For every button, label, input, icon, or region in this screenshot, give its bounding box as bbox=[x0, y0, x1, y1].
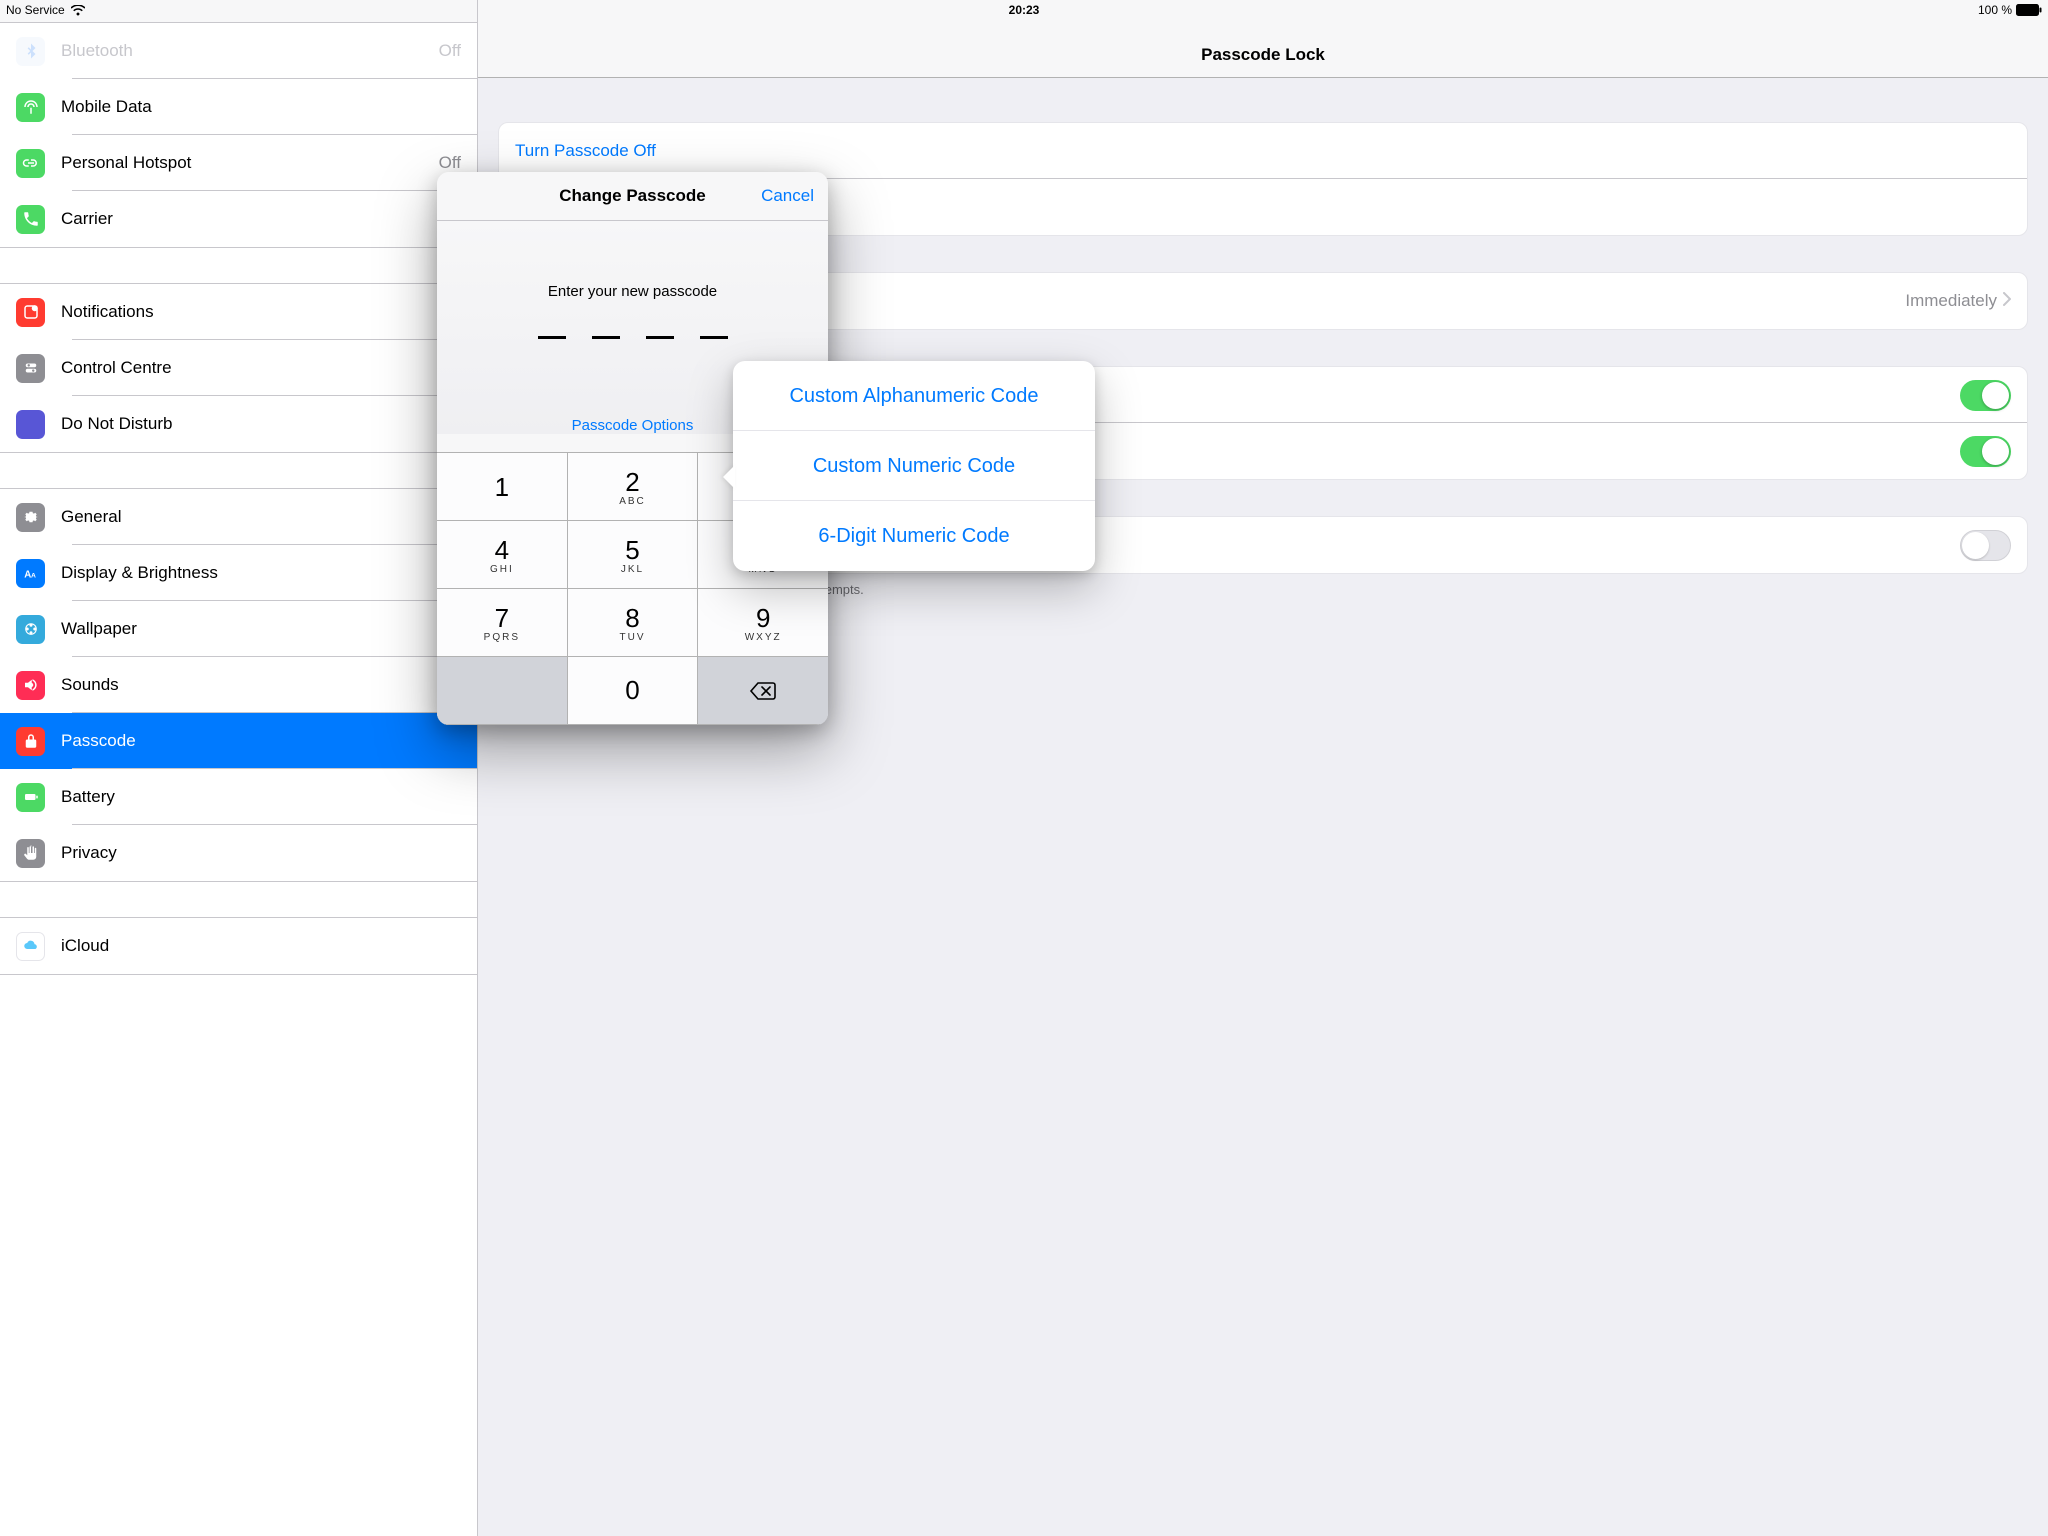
wifi-icon bbox=[71, 5, 85, 16]
gear-icon bbox=[16, 503, 45, 532]
antenna-icon bbox=[16, 93, 45, 122]
sidebar-item-label: Sounds bbox=[61, 675, 477, 695]
sidebar-item-label: Privacy bbox=[61, 843, 477, 863]
sidebar-item-display-brightness[interactable]: AA Display & Brightness bbox=[0, 545, 477, 601]
battery-percent: 100 % bbox=[1978, 3, 2012, 17]
sidebar-item-sounds[interactable]: Sounds bbox=[0, 657, 477, 713]
sidebar-item-value: Off bbox=[439, 41, 461, 61]
key-5[interactable]: 5JKL bbox=[568, 521, 699, 589]
cellular-status: No Service bbox=[6, 3, 65, 17]
sidebar-item-personal-hotspot[interactable]: Personal Hotspot Off bbox=[0, 135, 477, 191]
sidebar-item-label: Notifications bbox=[61, 302, 477, 322]
passcode-prompt: Enter your new passcode bbox=[437, 283, 828, 300]
key-0[interactable]: 0 bbox=[568, 657, 699, 725]
sidebar-item-label: Battery bbox=[61, 787, 477, 807]
phone-icon bbox=[16, 205, 45, 234]
toggle-switch[interactable] bbox=[1960, 380, 2011, 411]
moon-icon bbox=[16, 410, 45, 439]
passcode-options-popover: Custom Alphanumeric Code Custom Numeric … bbox=[733, 361, 1095, 571]
text-size-icon: AA bbox=[16, 559, 45, 588]
wallpaper-icon bbox=[16, 615, 45, 644]
sidebar-item-passcode[interactable]: Passcode bbox=[0, 713, 477, 769]
chevron-right-icon bbox=[2003, 291, 2011, 311]
key-1[interactable]: 1 bbox=[437, 453, 568, 521]
toggle-switch[interactable] bbox=[1960, 436, 2011, 467]
sidebar-item-control-centre[interactable]: Control Centre bbox=[0, 340, 477, 396]
sidebar-item-label: Control Centre bbox=[61, 358, 477, 378]
svg-text:A: A bbox=[31, 573, 36, 580]
sidebar-item-label: Mobile Data bbox=[61, 97, 477, 117]
toggle-switch[interactable] bbox=[1960, 530, 2011, 561]
svg-text:A: A bbox=[24, 570, 31, 581]
key-8[interactable]: 8TUV bbox=[568, 589, 699, 657]
sidebar-item-do-not-disturb[interactable]: Do Not Disturb bbox=[0, 396, 477, 452]
cloud-icon bbox=[16, 932, 45, 961]
sidebar-item-carrier[interactable]: Carrier bbox=[0, 191, 477, 247]
cancel-button[interactable]: Cancel bbox=[761, 186, 814, 206]
key-7[interactable]: 7PQRS bbox=[437, 589, 568, 657]
backspace-icon bbox=[749, 681, 777, 701]
link-icon bbox=[16, 149, 45, 178]
sidebar-item-icloud[interactable]: iCloud bbox=[0, 918, 477, 974]
sidebar-item-battery[interactable]: Battery bbox=[0, 769, 477, 825]
sidebar-item-label: Personal Hotspot bbox=[61, 153, 439, 173]
sidebar-item-label: Bluetooth bbox=[61, 41, 439, 61]
sidebar-item-mobile-data[interactable]: Mobile Data bbox=[0, 79, 477, 135]
clock: 20:23 bbox=[685, 3, 1364, 17]
require-passcode-value: Immediately bbox=[1905, 291, 1997, 311]
notifications-icon bbox=[16, 298, 45, 327]
battery-icon bbox=[2016, 4, 2042, 16]
key-blank bbox=[437, 657, 568, 725]
settings-sidebar: Settings Bluetooth Off Mobile Data Perso… bbox=[0, 0, 478, 1536]
turn-passcode-off-label: Turn Passcode Off bbox=[515, 141, 656, 161]
status-bar: No Service 20:23 100 % bbox=[0, 0, 2048, 20]
battery-icon bbox=[16, 783, 45, 812]
speaker-icon bbox=[16, 671, 45, 700]
lock-icon bbox=[16, 727, 45, 756]
sidebar-item-label: General bbox=[61, 507, 477, 527]
sidebar-item-general[interactable]: General bbox=[0, 489, 477, 545]
key-backspace[interactable] bbox=[698, 657, 828, 725]
option-alphanumeric[interactable]: Custom Alphanumeric Code bbox=[733, 361, 1095, 431]
sidebar-item-label: Display & Brightness bbox=[61, 563, 477, 583]
option-6-digit[interactable]: 6-Digit Numeric Code bbox=[733, 501, 1095, 571]
key-4[interactable]: 4GHI bbox=[437, 521, 568, 589]
control-centre-icon bbox=[16, 354, 45, 383]
bluetooth-icon bbox=[16, 37, 45, 66]
sidebar-item-bluetooth[interactable]: Bluetooth Off bbox=[0, 23, 477, 79]
hand-icon bbox=[16, 839, 45, 868]
passcode-dots bbox=[437, 336, 828, 339]
key-9[interactable]: 9WXYZ bbox=[698, 589, 828, 657]
sidebar-item-label: Wallpaper bbox=[61, 619, 477, 639]
sidebar-item-label: Passcode bbox=[61, 731, 477, 751]
key-2[interactable]: 2ABC bbox=[568, 453, 699, 521]
sidebar-item-privacy[interactable]: Privacy bbox=[0, 825, 477, 881]
modal-title: Change Passcode bbox=[559, 186, 705, 206]
sidebar-item-label: Carrier bbox=[61, 209, 477, 229]
sidebar-item-label: Do Not Disturb bbox=[61, 414, 477, 434]
sidebar-item-wallpaper[interactable]: Wallpaper bbox=[0, 601, 477, 657]
sidebar-item-notifications[interactable]: Notifications bbox=[0, 284, 477, 340]
option-custom-numeric[interactable]: Custom Numeric Code bbox=[733, 431, 1095, 501]
sidebar-item-value: Off bbox=[439, 153, 461, 173]
turn-passcode-off-row[interactable]: Turn Passcode Off bbox=[499, 123, 2027, 179]
sidebar-item-label: iCloud bbox=[61, 936, 477, 956]
